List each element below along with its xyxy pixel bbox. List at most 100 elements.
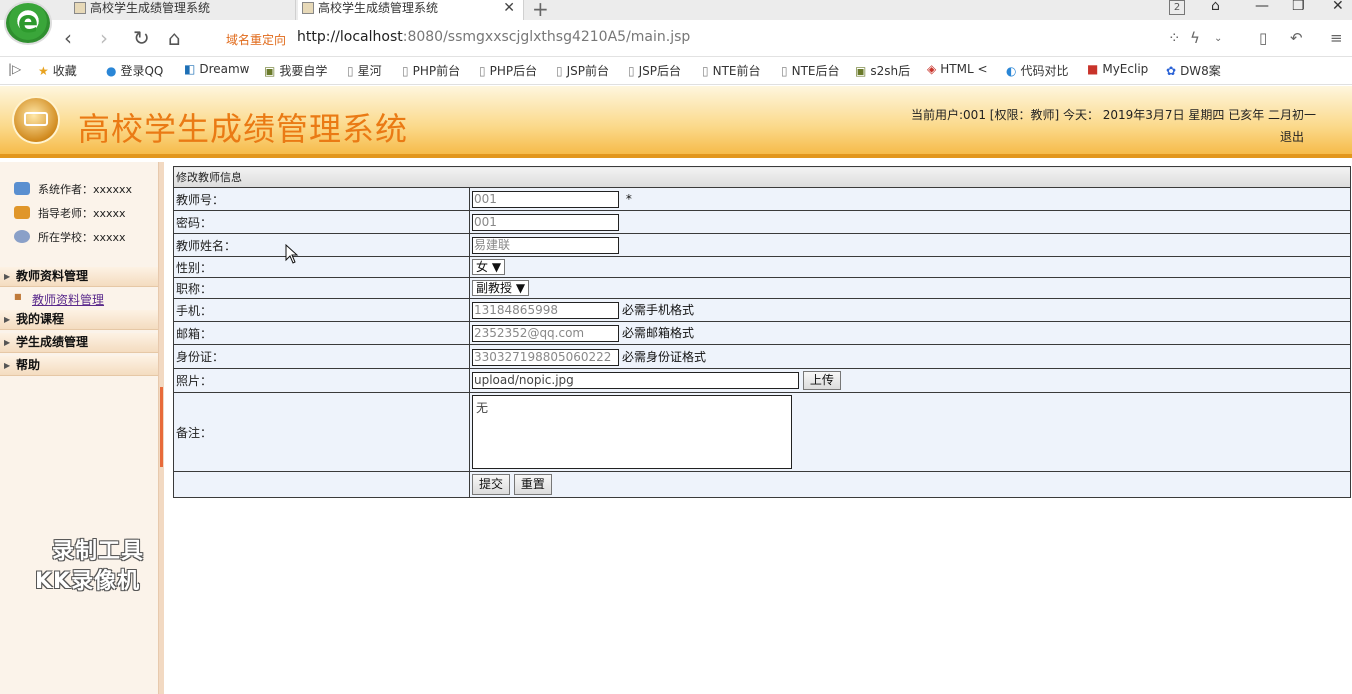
title-select[interactable]: 副教授 ▼ xyxy=(472,280,530,296)
url-path: :8080/ssmgxxscjglxthsg4210A5/main.jsp xyxy=(402,29,691,45)
minimize-icon[interactable]: — xyxy=(1255,0,1269,14)
dropdown-arrow-icon: ▼ xyxy=(491,260,502,274)
refresh-icon[interactable]: ↻ xyxy=(133,26,150,50)
bookmark-item[interactable]: ◈ HTML < xyxy=(927,62,988,76)
browser-tab-2[interactable]: 高校学生成绩管理系统 ✕ xyxy=(298,0,524,20)
school-icon xyxy=(14,230,30,243)
phone-hint: 必需手机格式 xyxy=(622,303,695,317)
remark-textarea[interactable]: 无 xyxy=(472,395,792,469)
mouse-cursor-icon xyxy=(285,244,299,264)
info-advisor: 指导老师：xxxxx xyxy=(14,205,126,221)
pin-icon[interactable]: ⌂ xyxy=(1211,0,1220,14)
home-icon[interactable]: ⌂ xyxy=(168,26,181,50)
form-table: 修改教师信息 教师号： 001 * 密码： 001 教师姓名： 易建联 性别： … xyxy=(173,166,1351,498)
tab-count-badge[interactable]: 2 xyxy=(1169,0,1185,15)
current-user-info: 当前用户:001 [权限：教师] 今天： 2019年3月7日 星期四 已亥年 二… xyxy=(911,108,1317,122)
app-logo-icon xyxy=(14,98,58,142)
info-author: 系统作者：xxxxxx xyxy=(14,181,132,197)
bookmark-item[interactable]: ■ MyEclip xyxy=(1087,62,1148,76)
bookmark-item[interactable]: ✿ DW8案 xyxy=(1166,62,1221,79)
photo-path-input[interactable]: upload/nopic.jpg xyxy=(472,372,799,389)
caret-right-icon: ▶ xyxy=(4,361,11,370)
bookmark-item[interactable]: ◐ 代码对比 xyxy=(1006,62,1069,79)
teacher-icon xyxy=(14,206,30,219)
close-tab-icon[interactable]: ✕ xyxy=(503,0,515,16)
sidebar-toggle-icon[interactable]: |▷ xyxy=(8,62,21,76)
title-label: 职称： xyxy=(173,277,470,299)
watermark-line1: 录制工具 xyxy=(52,539,145,564)
undo-icon[interactable]: ↶ xyxy=(1290,29,1303,47)
back-icon[interactable]: ‹ xyxy=(64,26,72,50)
page-favicon-icon xyxy=(74,2,86,14)
bookmark-item[interactable]: ★ 收藏 xyxy=(38,62,77,79)
new-tab-icon[interactable]: + xyxy=(532,0,549,21)
sidebar-splitter[interactable] xyxy=(158,162,164,694)
teacher-id-input[interactable]: 001 xyxy=(472,190,619,208)
tab-title: 高校学生成绩管理系统 xyxy=(90,1,211,15)
phone-input[interactable]: 13184865998 xyxy=(472,302,619,319)
window-close-icon[interactable]: ✕ xyxy=(1332,0,1344,14)
apps-icon[interactable]: ⁘ xyxy=(1168,29,1181,47)
menu-icon[interactable]: ≡ xyxy=(1330,29,1343,47)
chevron-down-icon[interactable]: ⌄ xyxy=(1214,33,1222,44)
bookmark-item[interactable]: ▣ 我要自学 xyxy=(264,62,327,79)
redirect-label[interactable]: 域名重定向 xyxy=(226,31,286,48)
bookmark-item[interactable]: ▯ NTE后台 xyxy=(781,62,840,79)
submenu-teacher-profile[interactable]: 教师资料管理 xyxy=(32,291,104,308)
bookmark-item[interactable]: ▯ JSP后台 xyxy=(628,62,681,79)
idcard-hint: 必需身份证格式 xyxy=(622,349,707,364)
name-label: 教师姓名： xyxy=(173,233,470,257)
bookmark-item[interactable]: ▯ JSP前台 xyxy=(556,62,609,79)
caret-right-icon: ▶ xyxy=(4,338,11,347)
remark-label: 备注： xyxy=(173,392,470,472)
bullet-icon: ■ xyxy=(14,292,22,301)
app-title: 高校学生成绩管理系统 xyxy=(78,110,409,148)
name-input[interactable]: 易建联 xyxy=(472,236,619,254)
browser-nav-bar: ‹ › ↻ ⌂ 域名重定向 http://localhost:8080/ssmg… xyxy=(0,20,1352,57)
bookmark-item[interactable]: ◧ Dreamw xyxy=(184,62,250,76)
forward-icon[interactable]: › xyxy=(100,26,108,50)
idcard-input[interactable]: 330327198805060222 xyxy=(472,348,619,366)
email-hint: 必需邮箱格式 xyxy=(622,326,695,340)
browser-tab-1[interactable]: 高校学生成绩管理系统 xyxy=(70,0,296,20)
bookmark-item[interactable]: ▯ PHP后台 xyxy=(479,62,537,79)
email-input[interactable]: 2352352@qq.com xyxy=(472,325,619,342)
reader-icon[interactable]: ▯ xyxy=(1259,29,1267,47)
address-bar[interactable]: http://localhost:8080/ssmgxxscjglxthsg42… xyxy=(297,29,690,45)
menu-teacher-profile[interactable]: ▶ 教师资料管理 xyxy=(0,267,158,287)
bookmark-item[interactable]: ● 登录QQ xyxy=(106,62,163,79)
gender-select[interactable]: 女 ▼ xyxy=(472,259,506,275)
upload-button[interactable]: 上传 xyxy=(802,371,841,390)
menu-help[interactable]: ▶ 帮助 xyxy=(0,356,158,376)
logout-link[interactable]: 退出 xyxy=(1280,128,1304,145)
phone-label: 手机： xyxy=(173,298,470,322)
photo-label: 照片： xyxy=(173,368,470,393)
idcard-label: 身份证： xyxy=(173,344,470,369)
reset-button[interactable]: 重置 xyxy=(513,474,552,495)
bookmark-item[interactable]: ▯ 星河 xyxy=(347,62,382,79)
info-school: 所在学校：xxxxx xyxy=(14,229,126,245)
dropdown-arrow-icon: ▼ xyxy=(515,281,526,295)
watermark-line2: KK录像机 xyxy=(35,569,141,594)
bookmark-item[interactable]: ▣ s2sh后 xyxy=(855,62,910,79)
bookmark-item[interactable]: ▯ PHP前台 xyxy=(402,62,460,79)
menu-my-courses[interactable]: ▶ 我的课程 xyxy=(0,310,158,330)
maximize-icon[interactable]: ❐ xyxy=(1292,0,1305,14)
menu-student-grades[interactable]: ▶ 学生成绩管理 xyxy=(0,333,158,353)
bookmark-item[interactable]: ▯ NTE前台 xyxy=(702,62,761,79)
app-header: 高校学生成绩管理系统 当前用户:001 [权限：教师] 今天： 2019年3月7… xyxy=(0,86,1352,158)
teacher-id-label: 教师号： xyxy=(173,187,470,211)
page-favicon-icon xyxy=(302,2,314,14)
browser-logo-icon[interactable]: e xyxy=(4,1,52,45)
form-caption: 修改教师信息 xyxy=(173,166,1351,188)
lightning-icon[interactable]: ϟ xyxy=(1190,29,1200,47)
bookmarks-bar: |▷ ★ 收藏 ● 登录QQ ◧ Dreamw ▣ 我要自学 ▯ 星河 ▯ PHP前台 ▯ P… xyxy=(0,57,1352,85)
browser-tab-bar: 高校学生成绩管理系统 高校学生成绩管理系统 ✕ + 2 ⌂ — ❐ ✕ xyxy=(0,0,1352,21)
submit-button[interactable]: 提交 xyxy=(472,474,511,495)
password-input[interactable]: 001 xyxy=(472,213,619,231)
caret-right-icon: ▶ xyxy=(4,272,11,281)
gender-label: 性别： xyxy=(173,256,470,278)
users-icon xyxy=(14,182,30,195)
url-host: http://localhost xyxy=(297,29,403,45)
tab-title: 高校学生成绩管理系统 xyxy=(318,1,439,15)
